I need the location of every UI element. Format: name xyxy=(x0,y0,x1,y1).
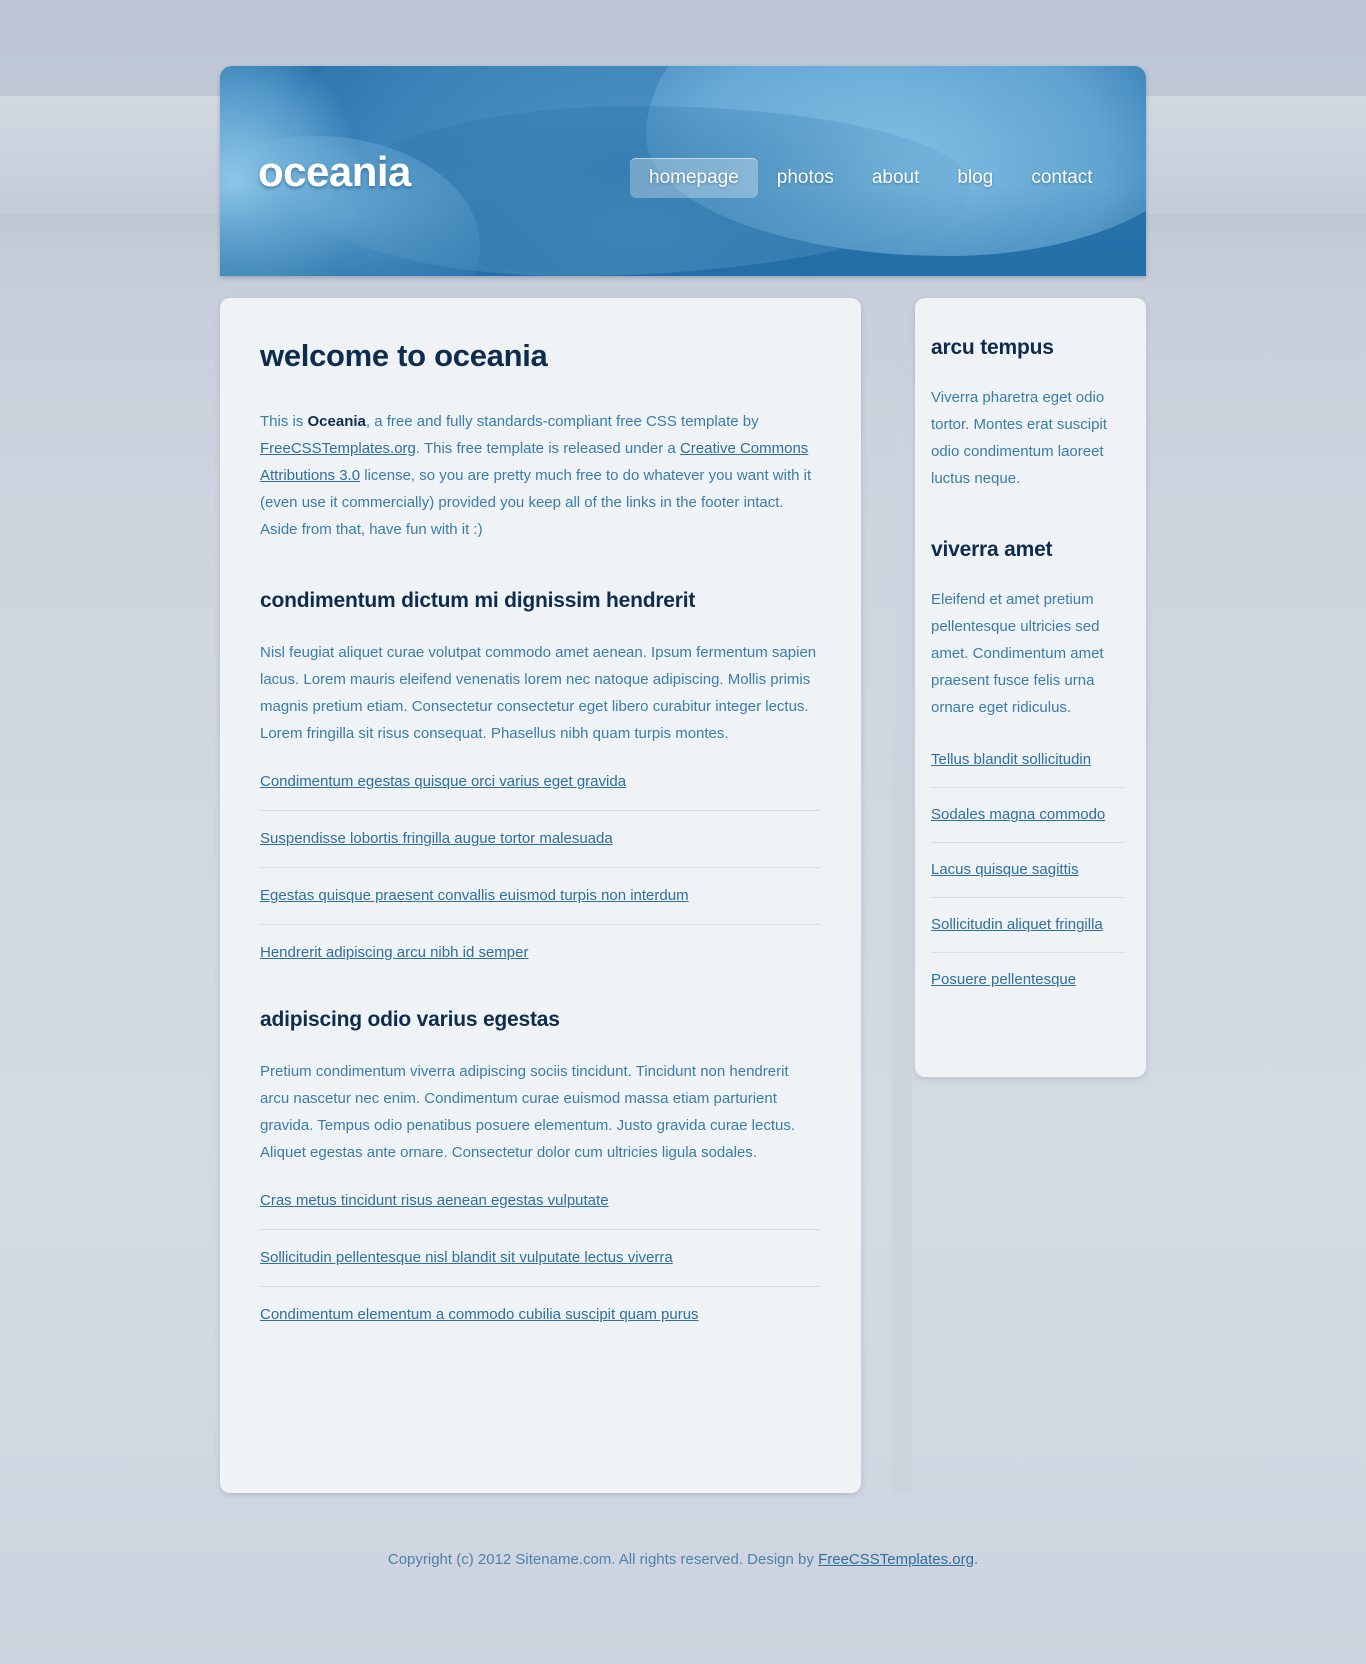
sidebar: arcu tempus Viverra pharetra eget odio t… xyxy=(915,298,1146,1077)
sidebar-link[interactable]: Tellus blandit sollicitudin xyxy=(931,751,1091,768)
list-item: Suspendisse lobortis fringilla augue tor… xyxy=(260,830,819,868)
copyright-before: Copyright (c) 2012 Sitename.com. All rig… xyxy=(387,1551,819,1568)
copyright-after: . xyxy=(973,1551,979,1568)
list-item: Tellus blandit sollicitudin xyxy=(931,751,1124,788)
nav-item-contact[interactable]: contact xyxy=(1012,158,1111,198)
list-item: Condimentum elementum a commodo cubilia … xyxy=(260,1306,819,1324)
sidebar-link[interactable]: Sodales magna commodo xyxy=(931,806,1105,823)
list-item: Posuere pellentesque xyxy=(931,971,1124,1007)
sidebar-block-viverra-amet: viverra amet Eleifend et amet pretium pe… xyxy=(931,538,1124,1007)
site-logo[interactable]: oceania xyxy=(258,148,411,196)
nav-item-photos[interactable]: photos xyxy=(758,158,853,198)
main-navigation: homepage photos about blog contact xyxy=(630,158,1112,198)
content-section: adipiscing odio varius egestas Pretium c… xyxy=(260,1008,819,1324)
sidebar-divider xyxy=(861,298,915,1493)
section-link[interactable]: Hendrerit adipiscing arcu nibh id semper xyxy=(260,944,528,961)
intro-link-freecsstemplates[interactable]: FreeCSSTemplates.org xyxy=(260,440,416,457)
section-body: Pretium condimentum viverra adipiscing s… xyxy=(260,1062,796,1161)
page-title: welcome to oceania xyxy=(260,338,548,373)
site-header: oceania homepage photos about blog conta… xyxy=(220,66,1146,276)
section-link[interactable]: Condimentum egestas quisque orci varius … xyxy=(260,773,626,790)
page-wrap: oceania homepage photos about blog conta… xyxy=(0,0,1366,1664)
main-content: welcome to oceania This is Oceania, a fr… xyxy=(220,298,861,1493)
site-footer: Copyright (c) 2012 Sitename.com. All rig… xyxy=(220,1551,1146,1604)
section-heading: adipiscing odio varius egestas xyxy=(260,1007,560,1031)
sidebar-link[interactable]: Posuere pellentesque xyxy=(931,971,1076,988)
section-link[interactable]: Cras metus tincidunt risus aenean egesta… xyxy=(260,1192,609,1209)
nav-item-about[interactable]: about xyxy=(853,158,939,198)
sidebar-link-list: Tellus blandit sollicitudin Sodales magn… xyxy=(931,751,1124,1007)
list-item: Sodales magna commodo xyxy=(931,806,1124,843)
sidebar-link[interactable]: Lacus quisque sagittis xyxy=(931,861,1079,878)
list-item: Cras metus tincidunt risus aenean egesta… xyxy=(260,1192,819,1230)
sidebar-divider-bar xyxy=(892,336,912,1493)
section-link-list: Condimentum egestas quisque orci varius … xyxy=(260,773,819,962)
section-body: Nisl feugiat aliquet curae volutpat comm… xyxy=(260,643,817,742)
list-item: Egestas quisque praesent convallis euism… xyxy=(260,887,819,925)
intro-middle: . This free template is released under a xyxy=(415,439,680,457)
sidebar-heading: viverra amet xyxy=(931,538,1053,561)
intro-brand: Oceania xyxy=(307,412,366,430)
section-heading: condimentum dictum mi dignissim hendreri… xyxy=(260,588,696,612)
footer-link-freecsstemplates[interactable]: FreeCSSTemplates.org xyxy=(818,1551,974,1568)
list-item: Hendrerit adipiscing arcu nibh id semper xyxy=(260,944,819,962)
sidebar-body: Viverra pharetra eget odio tortor. Monte… xyxy=(931,389,1107,487)
sidebar-heading: arcu tempus xyxy=(931,336,1054,359)
list-item: Condimentum egestas quisque orci varius … xyxy=(260,773,819,811)
page-shell: oceania homepage photos about blog conta… xyxy=(220,0,1146,1493)
sidebar-link[interactable]: Sollicitudin aliquet fringilla xyxy=(931,916,1103,933)
section-link[interactable]: Suspendisse lobortis fringilla augue tor… xyxy=(260,830,613,847)
sidebar-body: Eleifend et amet pretium pellentesque ul… xyxy=(931,591,1104,716)
header-wave-bottom-icon xyxy=(220,186,1146,276)
section-link[interactable]: Sollicitudin pellentesque nisl blandit s… xyxy=(260,1249,673,1266)
section-link[interactable]: Condimentum elementum a commodo cubilia … xyxy=(260,1306,699,1323)
nav-item-homepage[interactable]: homepage xyxy=(630,158,758,198)
intro-lead: This is xyxy=(260,412,308,430)
page-body: welcome to oceania This is Oceania, a fr… xyxy=(220,298,1146,1493)
list-item: Sollicitudin aliquet fringilla xyxy=(931,916,1124,953)
sidebar-block-arcu-tempus: arcu tempus Viverra pharetra eget odio t… xyxy=(931,336,1124,492)
intro-paragraph: This is Oceania, a free and fully standa… xyxy=(260,408,819,543)
list-item: Sollicitudin pellentesque nisl blandit s… xyxy=(260,1249,819,1287)
list-item: Lacus quisque sagittis xyxy=(931,861,1124,898)
section-link-list: Cras metus tincidunt risus aenean egesta… xyxy=(260,1192,819,1324)
intro-after-brand: , a free and fully standards-compliant f… xyxy=(365,412,759,430)
copyright-text: Copyright (c) 2012 Sitename.com. All rig… xyxy=(220,1551,1146,1568)
section-link[interactable]: Egestas quisque praesent convallis euism… xyxy=(260,887,689,904)
content-section: condimentum dictum mi dignissim hendreri… xyxy=(260,589,819,962)
nav-item-blog[interactable]: blog xyxy=(938,158,1012,198)
